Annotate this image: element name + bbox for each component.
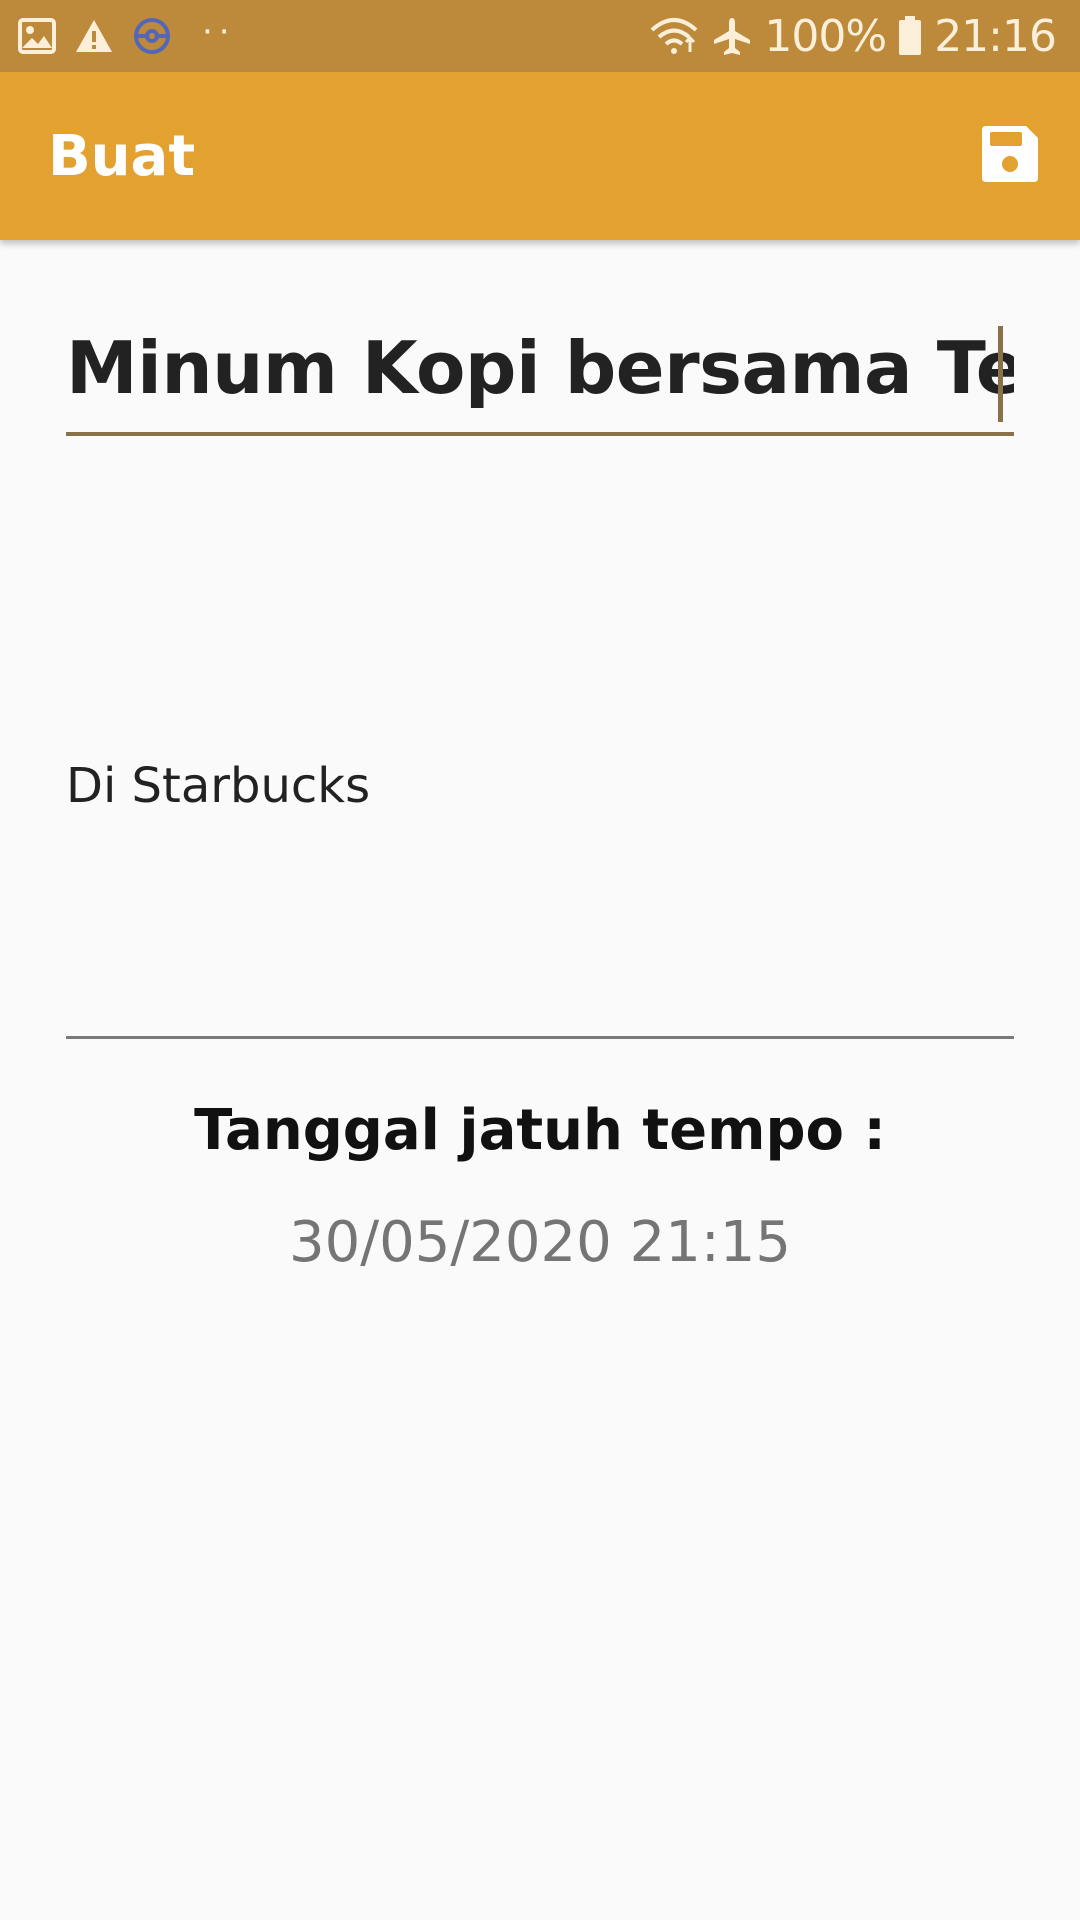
status-bar: ·· 100% 21:16 xyxy=(0,0,1080,72)
description-input[interactable]: Di Starbucks xyxy=(66,758,370,814)
save-button[interactable] xyxy=(980,124,1040,184)
page-title: Buat xyxy=(48,123,196,189)
battery-icon xyxy=(898,16,922,56)
description-underline xyxy=(66,1036,1014,1039)
due-date-value[interactable]: 30/05/2020 21:15 xyxy=(0,1210,1080,1275)
wifi-icon xyxy=(648,16,700,56)
status-right: 100% 21:16 xyxy=(648,0,1057,72)
title-input-value[interactable]: Minum Kopi bersama Tema xyxy=(66,326,1014,410)
title-input[interactable]: Minum Kopi bersama Tema xyxy=(66,318,1014,436)
battery-percent: 100% xyxy=(764,10,887,62)
image-icon xyxy=(18,18,56,54)
pokeball-icon xyxy=(132,16,172,56)
save-icon[interactable] xyxy=(980,124,1040,184)
warning-icon xyxy=(74,18,114,54)
airplane-icon xyxy=(712,16,752,56)
due-date-label: Tanggal jatuh tempo : xyxy=(194,1098,886,1163)
status-left-icons: ·· xyxy=(18,0,236,72)
status-time: 21:16 xyxy=(934,10,1057,62)
app-bar: Buat xyxy=(0,72,1080,240)
more-dots-icon: ·· xyxy=(202,12,236,52)
text-cursor xyxy=(998,326,1003,422)
